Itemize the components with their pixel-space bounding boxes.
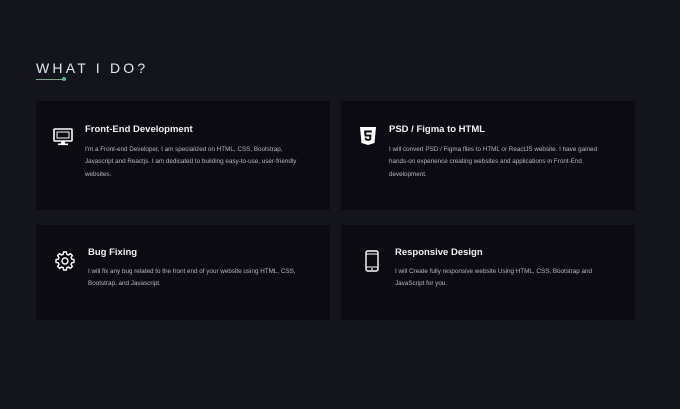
service-title: Bug Fixing (88, 247, 138, 258)
service-title: Front-End Development (85, 124, 193, 135)
service-title: Responsive Design (395, 247, 483, 258)
service-card-front-end: Front-End Development I'm a Front-end De… (36, 101, 330, 210)
service-card-bug-fixing: Bug Fixing I will fix any bug related to… (36, 225, 330, 320)
service-card-responsive-design: Responsive Design I will Create fully re… (341, 225, 635, 320)
service-title: PSD / Figma to HTML (389, 124, 486, 135)
html5-icon (357, 125, 379, 147)
service-description: I'm a Front-end Developer. I am speciali… (85, 146, 297, 178)
services-page: WHAT I DO? Front-End Development I'm a F… (0, 0, 680, 409)
smartphone-icon (361, 250, 383, 272)
service-card-psd-to-html: PSD / Figma to HTML I will convert PSD /… (341, 101, 635, 210)
gear-icon (54, 250, 76, 272)
service-description: I will fix any bug related to the front … (88, 268, 296, 288)
section-title: WHAT I DO? (36, 60, 149, 76)
monitor-icon (52, 126, 74, 148)
title-underline-dot (62, 77, 66, 81)
service-description: I will Create fully responsive website U… (395, 268, 593, 288)
title-underline (36, 79, 64, 80)
service-description: I will convert PSD / Figma files to HTML… (389, 146, 597, 178)
